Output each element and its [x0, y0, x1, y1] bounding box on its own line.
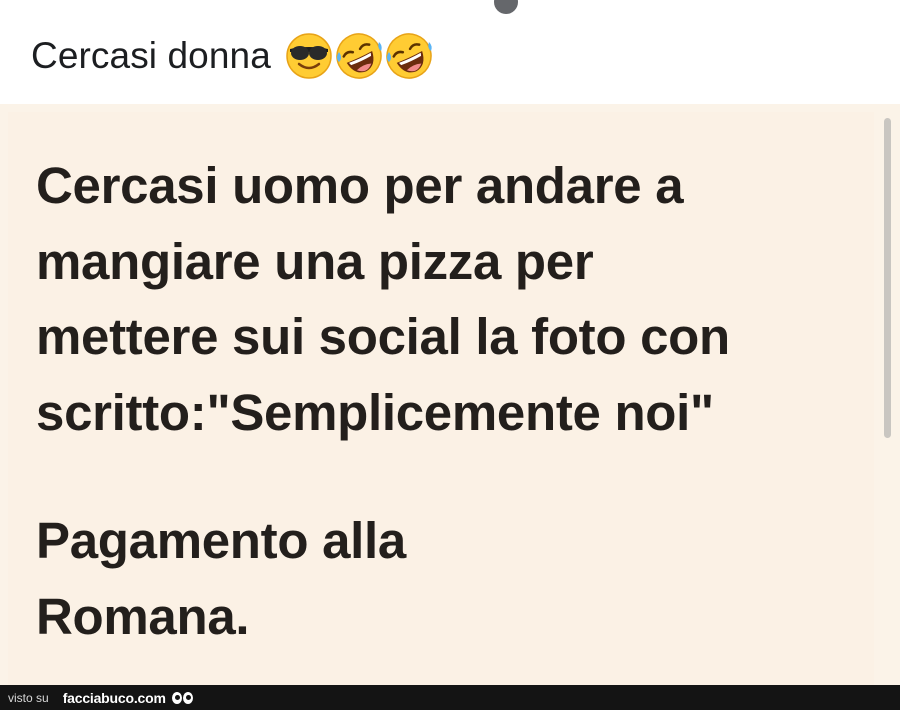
- watermark-prefix: visto su: [8, 690, 49, 705]
- eye-icon: [171, 691, 182, 704]
- post-caption: Cercasi donna: [31, 30, 433, 82]
- eye-icon: [182, 691, 193, 704]
- smiling-face-with-sunglasses-icon: [286, 33, 332, 79]
- image-text-line: Romana.: [36, 587, 250, 645]
- post-caption-text: Cercasi donna: [31, 35, 271, 76]
- scrollbar-thumb[interactable]: [884, 118, 891, 438]
- facebook-post-screenshot: Cercasi donna Cercasi uomo per andare a …: [0, 0, 900, 710]
- watermark-site: facciabuco.com: [62, 689, 166, 706]
- watermark-bar: visto su facciabuco.com: [0, 685, 900, 710]
- image-text-line: mettere sui social la foto con: [36, 308, 730, 365]
- rolling-on-the-floor-laughing-icon: [336, 33, 382, 79]
- caption-emoji-row: [285, 32, 433, 80]
- image-text-line: scritto:"Semplicemente noi": [36, 383, 714, 441]
- image-text-line: Pagamento alla: [36, 512, 406, 569]
- rolling-on-the-floor-laughing-icon: [386, 33, 432, 79]
- watermark-eyes-icon: [171, 691, 193, 704]
- post-time-cropped[interactable]: [398, 0, 404, 14]
- privacy-globe-icon: [494, 0, 518, 14]
- post-header-cropped: [0, 0, 900, 14]
- shared-image-card[interactable]: Cercasi uomo per andare a mangiare una p…: [0, 104, 900, 685]
- author-name-cropped[interactable]: [150, 0, 156, 14]
- image-text-line: mangiare una pizza per: [36, 232, 594, 290]
- image-text-line: Cercasi uomo per andare a: [36, 157, 684, 214]
- image-text-block: Cercasi uomo per andare a mangiare una p…: [36, 148, 866, 654]
